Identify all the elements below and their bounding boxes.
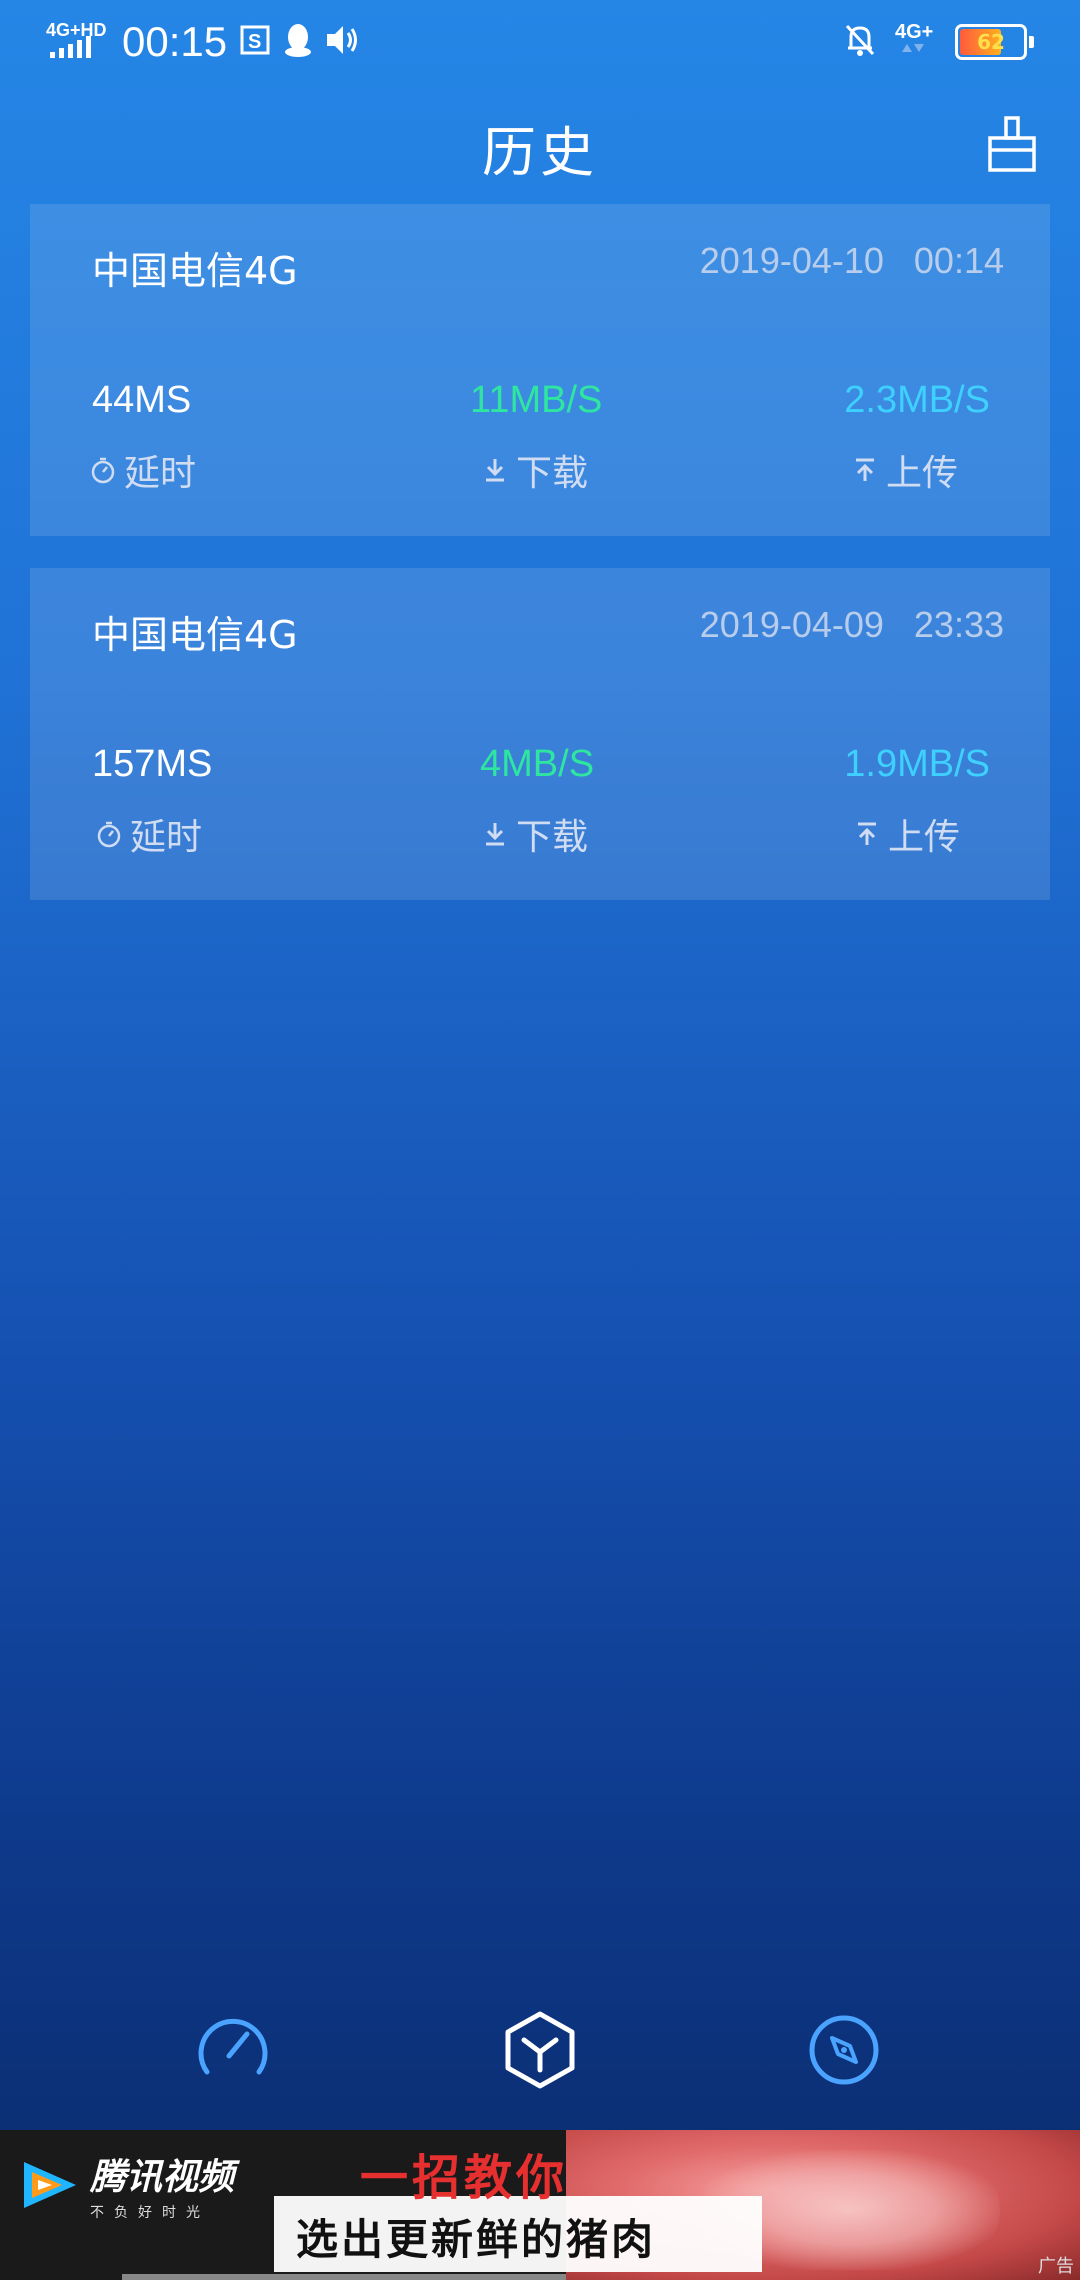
bell-muted-icon	[843, 22, 877, 62]
qq-icon	[283, 22, 313, 62]
ad-tag: 广告	[1038, 2256, 1074, 2277]
upload-label: 上传	[886, 453, 959, 494]
clock-time: 00:15	[122, 18, 228, 65]
speedometer-icon	[198, 2018, 268, 2075]
bottom-tab-bar	[0, 2010, 1080, 2100]
svg-text:S: S	[248, 31, 261, 53]
latency-value: 44MS	[92, 379, 192, 421]
status-bar: 4G+HD 00:15 S 4G+ 62	[0, 0, 1080, 90]
ad-caption-line1: 一招教你	[360, 2150, 569, 2206]
download-icon	[486, 459, 504, 482]
carrier-name: 中国电信4G	[92, 249, 298, 293]
download-icon	[486, 823, 504, 846]
battery-icon: 62	[955, 24, 1027, 60]
tab-history[interactable]	[500, 2010, 580, 2090]
upload-icon	[856, 458, 874, 481]
latency-label: 延时	[124, 453, 197, 494]
timer-icon	[97, 821, 121, 848]
ad-banner[interactable]: 腾讯视频 不负好时光 一招教你 选出更新鲜的猪肉 广告	[0, 2130, 1080, 2280]
battery-level: 62	[977, 30, 1005, 54]
network-left-text: 4G+HD	[46, 20, 107, 40]
upload-icon	[858, 822, 876, 845]
test-datetime: 2019-04-09 23:33	[699, 604, 1004, 645]
timer-icon	[91, 457, 115, 484]
download-label: 下载	[516, 817, 589, 858]
carrier-name: 中国电信4G	[92, 613, 298, 657]
hexagon-y-icon	[505, 2011, 575, 2089]
ad-slogan: 不负好时光	[90, 2205, 210, 2221]
network-right-text: 4G+	[895, 21, 933, 43]
latency-label: 延时	[130, 817, 203, 858]
upload-value: 2.3MB/S	[844, 379, 990, 421]
ad-progress-bar	[122, 2274, 566, 2280]
ad-logo: 腾讯视频 不负好时光	[18, 2148, 234, 2222]
download-value: 11MB/S	[470, 379, 603, 421]
ad-brand: 腾讯视频	[90, 2157, 235, 2198]
video-play-icon	[24, 2162, 76, 2208]
page-title: 历史	[482, 121, 598, 184]
upload-value: 1.9MB/S	[844, 743, 990, 785]
tab-speed-test[interactable]	[193, 2010, 273, 2090]
download-label: 下载	[516, 453, 589, 494]
latency-label-group: 延时	[96, 808, 202, 860]
download-label-group: 下载	[482, 808, 588, 860]
clear-history-button[interactable]	[984, 114, 1040, 174]
download-value: 4MB/S	[480, 743, 595, 785]
latency-label-group: 延时	[90, 444, 196, 496]
history-record[interactable]: 中国电信4G 2019-04-10 00:14 44MS 11MB/S 2.3M…	[30, 204, 1050, 536]
download-label-group: 下载	[482, 444, 588, 496]
test-datetime: 2019-04-10 00:14	[699, 240, 1004, 281]
signal-icon: 4G+HD	[46, 18, 110, 66]
sim-icon: S	[239, 24, 271, 60]
broom-icon	[988, 116, 1036, 172]
battery-tip	[1029, 36, 1034, 48]
upload-label: 上传	[888, 817, 961, 858]
ad-caption-line2: 选出更新鲜的猪肉	[296, 2215, 657, 2264]
volume-icon	[325, 23, 361, 61]
history-record[interactable]: 中国电信4G 2019-04-09 23:33 157MS 4MB/S 1.9M…	[30, 568, 1050, 900]
latency-value: 157MS	[92, 743, 213, 785]
tab-discover[interactable]	[804, 2010, 884, 2090]
mobile-data-icon: 4G+	[893, 20, 939, 64]
compass-icon	[809, 2015, 879, 2085]
upload-label-group: 上传	[854, 808, 960, 860]
upload-label-group: 上传	[852, 444, 958, 496]
